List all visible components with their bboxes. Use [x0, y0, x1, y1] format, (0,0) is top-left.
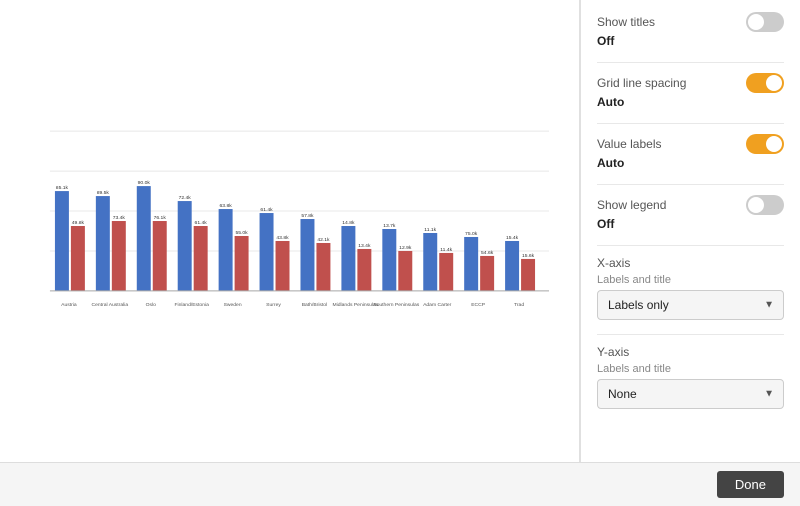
- svg-text:11.1k: 11.1k: [424, 227, 436, 233]
- x-axis-sub-label: Labels and title: [597, 274, 784, 286]
- show-titles-value: Off: [597, 34, 784, 48]
- svg-text:13.4k: 13.4k: [358, 243, 371, 249]
- show-titles-row: Show titles Off: [597, 12, 784, 48]
- svg-text:90.0k: 90.0k: [138, 180, 151, 186]
- svg-text:54.6k: 54.6k: [481, 250, 494, 256]
- svg-text:55.0k: 55.0k: [235, 230, 248, 236]
- svg-text:43.8k: 43.8k: [276, 235, 289, 241]
- main-content: 85.1k 49.8k Austria 89.5k 73.4k Central …: [0, 0, 800, 462]
- svg-text:Southern Peninsulas: Southern Peninsulas: [373, 302, 420, 308]
- show-legend-toggle[interactable]: [746, 195, 784, 215]
- chart-area: 85.1k 49.8k Austria 89.5k 73.4k Central …: [0, 0, 580, 462]
- y-axis-row: Y-axis Labels and title None Labels only…: [597, 345, 784, 409]
- svg-text:12.9k: 12.9k: [399, 245, 412, 251]
- settings-panel: Show titles Off Grid line spacing Auto V…: [580, 0, 800, 462]
- footer: Done: [0, 462, 800, 506]
- svg-text:Oslo: Oslo: [146, 302, 156, 308]
- svg-text:Surrey: Surrey: [266, 302, 281, 308]
- svg-text:13.7k: 13.7k: [383, 223, 396, 229]
- svg-text:14.8k: 14.8k: [342, 220, 355, 226]
- y-axis-section-title: Y-axis: [597, 345, 784, 359]
- svg-text:Midlands Peninsulas: Midlands Peninsulas: [333, 302, 379, 308]
- svg-text:Austria: Austria: [61, 302, 77, 308]
- show-legend-row: Show legend Off: [597, 195, 784, 231]
- grid-line-spacing-value: Auto: [597, 95, 784, 109]
- svg-text:75.0k: 75.0k: [465, 231, 478, 237]
- svg-text:15.6k: 15.6k: [522, 253, 535, 259]
- grid-line-spacing-row: Grid line spacing Auto: [597, 73, 784, 109]
- svg-text:15.4k: 15.4k: [506, 235, 519, 241]
- svg-text:Sweden: Sweden: [224, 302, 242, 308]
- y-axis-sub-label: Labels and title: [597, 363, 784, 375]
- svg-text:63.8k: 63.8k: [220, 203, 233, 209]
- done-button[interactable]: Done: [717, 471, 784, 498]
- svg-text:61.4k: 61.4k: [260, 207, 273, 213]
- svg-text:61.4k: 61.4k: [195, 220, 208, 226]
- value-labels-label: Value labels: [597, 137, 662, 151]
- svg-text:85.1k: 85.1k: [56, 185, 69, 191]
- svg-text:Central Australia: Central Australia: [92, 302, 129, 308]
- divider-2: [597, 123, 784, 124]
- show-legend-label: Show legend: [597, 198, 666, 212]
- value-labels-toggle[interactable]: [746, 134, 784, 154]
- svg-text:Adam Carter: Adam Carter: [423, 302, 452, 308]
- show-titles-label: Show titles: [597, 15, 655, 29]
- x-axis-row: X-axis Labels and title Labels only Labe…: [597, 256, 784, 320]
- svg-text:57.8k: 57.8k: [301, 213, 314, 219]
- value-labels-value: Auto: [597, 156, 784, 170]
- x-axis-section-title: X-axis: [597, 256, 784, 270]
- svg-text:Finland/Estonia: Finland/Estonia: [175, 302, 210, 308]
- grid-line-spacing-label: Grid line spacing: [597, 76, 686, 90]
- svg-text:Bath/Bristol: Bath/Bristol: [302, 302, 328, 308]
- svg-text:76.1k: 76.1k: [154, 215, 167, 221]
- bar-chart: 85.1k 49.8k Austria 89.5k 73.4k Central …: [20, 121, 559, 341]
- value-labels-row: Value labels Auto: [597, 134, 784, 170]
- divider-4: [597, 245, 784, 246]
- show-legend-value: Off: [597, 217, 784, 231]
- svg-text:89.5k: 89.5k: [97, 190, 110, 196]
- chart-svg: 85.1k 49.8k Austria 89.5k 73.4k Central …: [20, 121, 559, 341]
- svg-text:42.1k: 42.1k: [317, 237, 330, 243]
- x-axis-dropdown[interactable]: Labels only Labels and title Title only …: [597, 290, 784, 320]
- svg-text:72.4k: 72.4k: [179, 195, 192, 201]
- x-axis-dropdown-wrapper: Labels only Labels and title Title only …: [597, 290, 784, 320]
- svg-text:49.8k: 49.8k: [72, 220, 85, 226]
- grid-line-spacing-toggle[interactable]: [746, 73, 784, 93]
- divider-5: [597, 334, 784, 335]
- svg-text:Trad: Trad: [514, 302, 524, 308]
- divider-1: [597, 62, 784, 63]
- svg-text:73.4k: 73.4k: [113, 215, 126, 221]
- svg-text:ECCP: ECCP: [471, 302, 486, 308]
- y-axis-dropdown-wrapper: None Labels only Labels and title Title …: [597, 379, 784, 409]
- y-axis-dropdown[interactable]: None Labels only Labels and title Title …: [597, 379, 784, 409]
- show-titles-toggle[interactable]: [746, 12, 784, 32]
- divider-3: [597, 184, 784, 185]
- svg-text:11.4k: 11.4k: [440, 247, 452, 253]
